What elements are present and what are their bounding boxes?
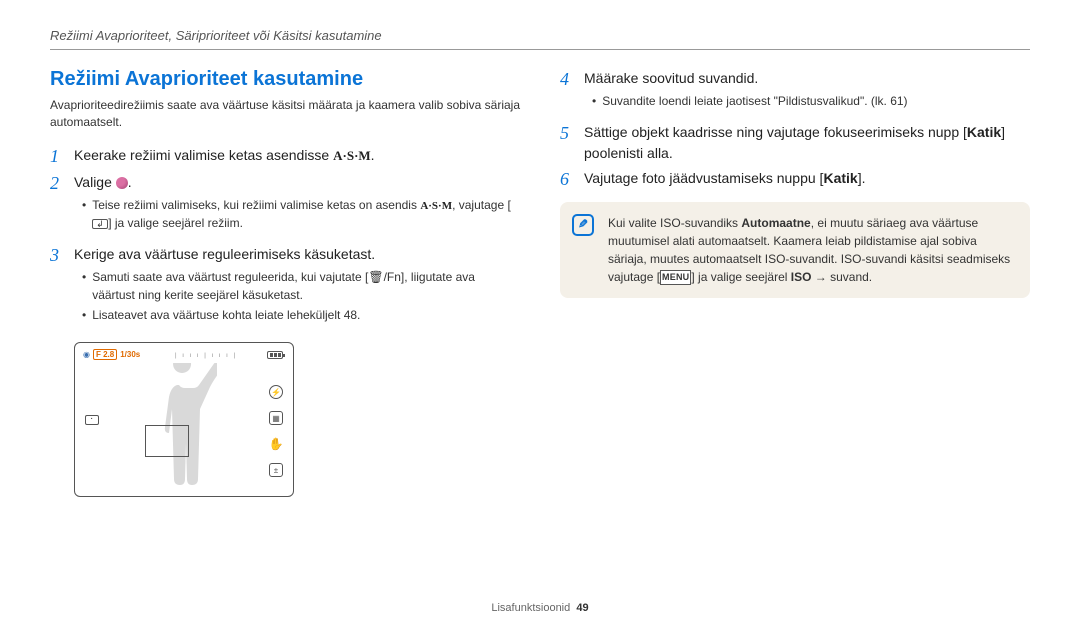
step-text: Sättige objekt kaadrisse ning vajutage f… xyxy=(584,122,1030,164)
step-text: Valige . xyxy=(74,172,520,193)
left-column: Režiimi Avaprioriteet kasutamine Avaprio… xyxy=(50,68,520,497)
step-text: Kerige ava väärtuse reguleerimiseks käsu… xyxy=(74,244,520,265)
step-5: 5 Sättige objekt kaadrisse ning vajutage… xyxy=(560,122,1030,164)
step-6: 6 Vajutage foto jäädvustamiseks nuppu [K… xyxy=(560,168,1030,191)
setting-icon: ▦ xyxy=(269,411,283,425)
right-column: 4 Määrake soovitud suvandid. • Suvandite… xyxy=(560,68,1030,497)
bullet: • Teise režiimi valimiseks, kui režiimi … xyxy=(82,197,520,232)
focus-point-icon xyxy=(85,415,99,425)
step-number: 4 xyxy=(560,68,574,118)
bullet: • Samuti saate ava väärtust reguleerida,… xyxy=(82,269,520,304)
note-icon xyxy=(572,214,594,236)
step-3: 3 Kerige ava väärtuse reguleerimiseks kä… xyxy=(50,244,520,332)
intro-text: Avaprioriteedirežiimis saate ava väärtus… xyxy=(50,97,520,131)
step-number: 5 xyxy=(560,122,574,164)
mode-select-icon xyxy=(116,177,128,189)
camera-preview: ◉ F 2.8 1/30s | ı ı ı | ı ı ı | ⚡ ▦ ✋ ± xyxy=(74,342,294,497)
breadcrumb-header: Režiimi Avaprioriteet, Säriprioriteet võ… xyxy=(50,28,1030,43)
menu-icon: MENU xyxy=(660,270,691,286)
step-number: 6 xyxy=(560,168,574,191)
exposure-icon: ± xyxy=(269,463,283,477)
mode-asm-icon: A·S·M xyxy=(420,200,452,212)
scene-icon: ◉ xyxy=(83,350,90,359)
step-4: 4 Määrake soovitud suvandid. • Suvandite… xyxy=(560,68,1030,118)
mode-asm-icon: A·S·M xyxy=(333,146,371,166)
bullet: • Lisateavet ava väärtuse kohta leiate l… xyxy=(82,307,520,324)
step-2: 2 Valige . • Teise režiimi valimiseks, k… xyxy=(50,172,520,240)
focus-frame xyxy=(145,425,189,457)
step-number: 3 xyxy=(50,244,64,332)
step-number: 1 xyxy=(50,145,64,168)
battery-icon xyxy=(267,351,283,359)
divider xyxy=(50,49,1030,50)
stabilizer-icon: ✋ xyxy=(269,437,283,451)
content-columns: Režiimi Avaprioriteet kasutamine Avaprio… xyxy=(50,68,1030,497)
step-text: Määrake soovitud suvandid. xyxy=(584,68,1030,89)
step-text: Keerake režiimi valimise ketas asendisse… xyxy=(74,145,520,166)
return-icon xyxy=(92,219,108,229)
bullet: • Suvandite loendi leiate jaotisest "Pil… xyxy=(592,93,1030,110)
section-title: Režiimi Avaprioriteet kasutamine xyxy=(50,68,520,91)
step-1: 1 Keerake režiimi valimise ketas asendis… xyxy=(50,145,520,168)
aperture-value: F 2.8 xyxy=(93,349,117,360)
exposure-meter: | ı ı ı | ı ı ı | xyxy=(175,353,237,359)
step-text: Vajutage foto jäädvustamiseks nuppu [Kat… xyxy=(584,168,1030,189)
page-footer: Lisafunktsioonid 49 xyxy=(0,602,1080,614)
step-number: 2 xyxy=(50,172,64,240)
info-note: Kui valite ISO-suvandiks Automaatne, ei … xyxy=(560,202,1030,298)
flash-icon: ⚡ xyxy=(269,385,283,399)
shutter-value: 1/30s xyxy=(120,350,140,359)
